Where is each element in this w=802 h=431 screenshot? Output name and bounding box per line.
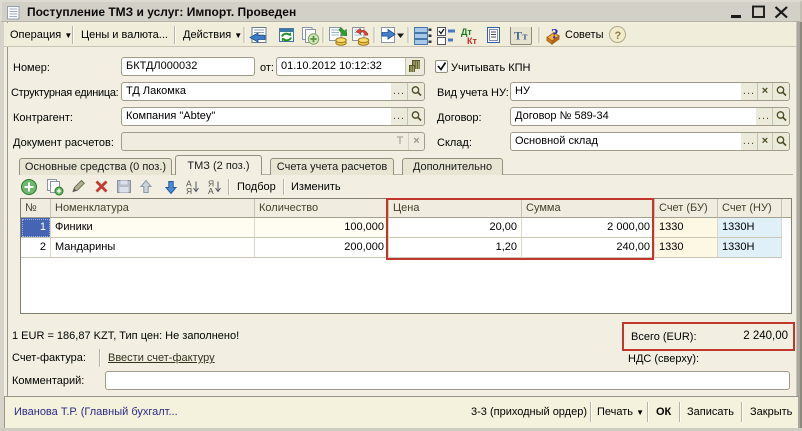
svg-text:Кт: Кт bbox=[467, 36, 477, 46]
svg-text:Т: Т bbox=[514, 29, 522, 43]
svg-text:Я: Я bbox=[186, 186, 192, 196]
svg-text:т: т bbox=[523, 32, 528, 43]
svg-text:?: ? bbox=[551, 27, 559, 43]
svg-text:А: А bbox=[208, 186, 214, 196]
svg-text:?: ? bbox=[615, 30, 622, 42]
